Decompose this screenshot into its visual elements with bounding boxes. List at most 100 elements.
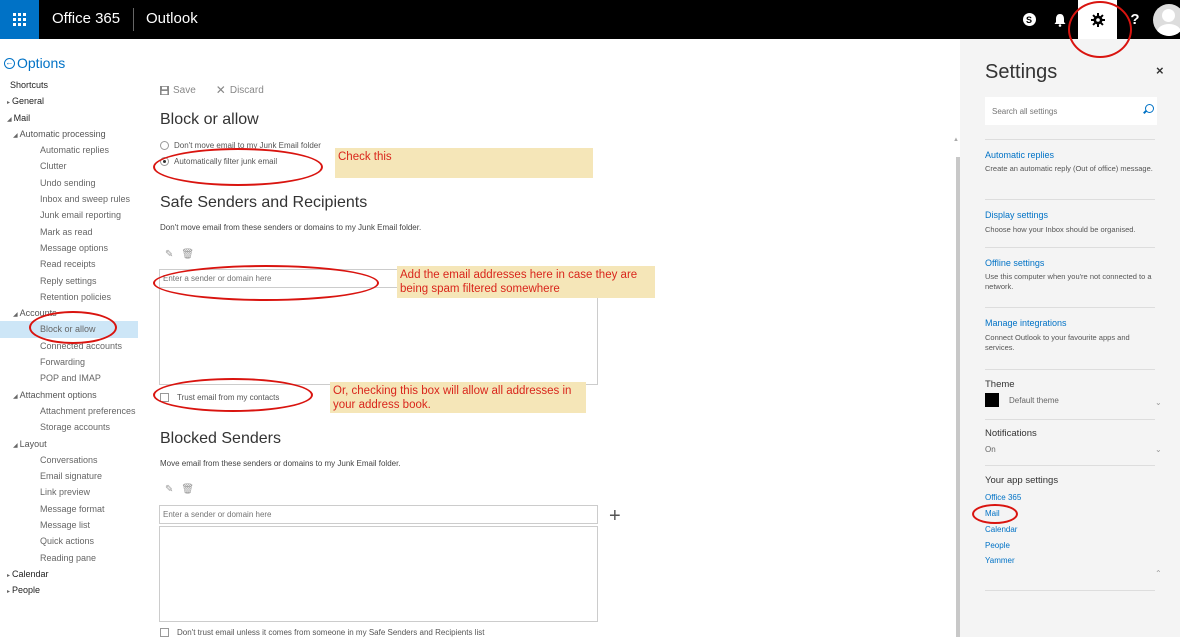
brand-title[interactable]: Office 365: [52, 10, 120, 27]
nav-item-message-list[interactable]: Message list: [0, 517, 138, 533]
nav-item-junk-email-reporting[interactable]: Junk email reporting: [0, 207, 138, 223]
back-arrow-icon: ←: [4, 57, 15, 69]
save-button[interactable]: Save: [160, 83, 196, 97]
nav-item-label: Inbox and sweep rules: [40, 194, 131, 205]
nav-item-general[interactable]: ▸ General: [0, 93, 138, 109]
nav-item-label: Attachment options: [19, 389, 97, 400]
nav-item-label: Automatic replies: [40, 145, 110, 156]
app-link-office365[interactable]: Office 365: [985, 493, 1021, 502]
settings-divider: [985, 139, 1155, 140]
automatic-replies-link[interactable]: Automatic replies: [985, 150, 1054, 160]
nav-item-people[interactable]: ▸ People: [0, 582, 138, 598]
collapse-arrow-icon: ◢: [13, 312, 18, 319]
search-icon[interactable]: [1145, 104, 1154, 113]
pencil-icon[interactable]: ✎: [165, 249, 173, 260]
nav-item-storage-accounts[interactable]: Storage accounts: [0, 419, 138, 435]
close-settings-button[interactable]: ×: [1156, 63, 1164, 78]
nav-item-label: POP and IMAP: [40, 373, 101, 384]
dont-trust-option[interactable]: Don't trust email unless it comes from s…: [160, 628, 484, 637]
annotation-circle-input: [153, 265, 379, 301]
settings-divider: [985, 590, 1155, 591]
nav-item-label: Mail: [13, 112, 31, 123]
nav-item-conversations[interactable]: Conversations: [0, 452, 138, 468]
nav-item-clutter[interactable]: Clutter: [0, 158, 138, 174]
nav-item-calendar[interactable]: ▸ Calendar: [0, 566, 138, 582]
theme-selector[interactable]: Default theme: [985, 393, 1059, 407]
nav-item-retention-policies[interactable]: Retention policies: [0, 289, 138, 305]
settings-divider: [985, 369, 1155, 370]
nav-item-mail[interactable]: ◢ Mail: [0, 110, 138, 126]
radio-button[interactable]: [160, 141, 169, 150]
nav-item-label: Automatic processing: [19, 128, 106, 139]
add-blocked-sender-button[interactable]: +: [609, 506, 621, 526]
nav-item-email-signature[interactable]: Email signature: [0, 468, 138, 484]
nav-item-quick-actions[interactable]: Quick actions: [0, 533, 138, 549]
top-bar: Office 365 Outlook S ?: [0, 0, 1180, 39]
app-title[interactable]: Outlook: [146, 10, 198, 27]
collapse-arrow-icon: ◢: [13, 442, 18, 449]
offline-settings-link[interactable]: Offline settings: [985, 258, 1044, 268]
nav-item-message-format[interactable]: Message format: [0, 501, 138, 517]
nav-item-read-receipts[interactable]: Read receipts: [0, 256, 138, 272]
theme-label: Theme: [985, 379, 1015, 390]
pencil-icon[interactable]: ✎: [165, 484, 173, 495]
nav-item-undo-sending[interactable]: Undo sending: [0, 175, 138, 191]
nav-item-reply-settings[interactable]: Reply settings: [0, 273, 138, 289]
app-link-calendar[interactable]: Calendar: [985, 525, 1017, 534]
nav-item-forwarding[interactable]: Forwarding: [0, 354, 138, 370]
app-settings-label: Your app settings: [985, 475, 1059, 486]
nav-item-attachment-options[interactable]: ◢ Attachment options: [0, 387, 138, 403]
nav-item-automatic-replies[interactable]: Automatic replies: [0, 142, 138, 158]
discard-button[interactable]: ✕ Discard: [216, 83, 264, 97]
nav-item-inbox-and-sweep-rules[interactable]: Inbox and sweep rules: [0, 191, 138, 207]
nav-item-automatic-processing[interactable]: ◢ Automatic processing: [0, 126, 138, 142]
nav-item-mark-as-read[interactable]: Mark as read: [0, 224, 138, 240]
app-link-yammer[interactable]: Yammer: [985, 556, 1015, 565]
settings-divider: [985, 199, 1155, 200]
annotation-circle-block-or-allow: [29, 311, 117, 344]
options-back-link[interactable]: ← Options: [4, 55, 65, 71]
trash-icon[interactable]: 🗑: [181, 249, 194, 260]
nav-item-reading-pane[interactable]: Reading pane: [0, 550, 138, 566]
blocked-senders-list[interactable]: [159, 526, 598, 622]
nav-item-label: Read receipts: [40, 259, 96, 270]
discard-label: Discard: [229, 84, 264, 96]
safe-senders-list[interactable]: [159, 287, 598, 385]
app-launcher-button[interactable]: [0, 0, 39, 39]
settings-search-input[interactable]: [985, 97, 1157, 125]
notifications-value[interactable]: On: [985, 445, 996, 454]
nav-item-label: Forwarding: [40, 357, 86, 368]
nav-item-layout[interactable]: ◢ Layout: [0, 436, 138, 452]
settings-divider: [985, 419, 1155, 420]
nav-item-attachment-preferences[interactable]: Attachment preferences: [0, 403, 138, 419]
skype-button[interactable]: S: [1015, 0, 1043, 39]
manage-integrations-link[interactable]: Manage integrations: [985, 318, 1067, 328]
save-label: Save: [173, 84, 196, 96]
display-settings-link[interactable]: Display settings: [985, 210, 1048, 220]
skype-icon: S: [1022, 13, 1036, 26]
offline-settings-description: Use this computer when you're not connec…: [985, 272, 1152, 291]
close-icon: ✕: [215, 83, 226, 97]
trash-icon[interactable]: 🗑: [181, 484, 194, 495]
blocked-senders-title: Blocked Senders: [160, 430, 281, 447]
blocked-sender-input[interactable]: [159, 505, 598, 524]
settings-divider: [985, 465, 1155, 466]
app-link-people[interactable]: People: [985, 541, 1010, 550]
chevron-down-icon[interactable]: ⌄: [1155, 445, 1162, 454]
nav-item-message-options[interactable]: Message options: [0, 240, 138, 256]
settings-divider: [985, 307, 1155, 308]
avatar[interactable]: [1153, 4, 1180, 36]
dont-trust-label: Don't trust email unless it comes from s…: [177, 628, 485, 637]
dont-trust-checkbox[interactable]: [160, 628, 169, 637]
nav-item-link-preview[interactable]: Link preview: [0, 484, 138, 500]
scroll-up-arrow-icon[interactable]: ▲: [953, 137, 959, 143]
annotation-check-this: Check this: [335, 148, 593, 178]
options-label: Options: [17, 55, 66, 71]
chevron-up-icon[interactable]: ⌃: [1155, 569, 1162, 578]
theme-swatch: [985, 393, 999, 407]
nav-item-pop-and-imap[interactable]: POP and IMAP: [0, 370, 138, 386]
nav-item-shortcuts[interactable]: Shortcuts: [0, 77, 138, 93]
chevron-down-icon[interactable]: ⌄: [1155, 398, 1162, 407]
nav-item-label: Attachment preferences: [40, 405, 136, 416]
automatic-replies-description: Create an automatic reply (Out of office…: [985, 164, 1153, 173]
